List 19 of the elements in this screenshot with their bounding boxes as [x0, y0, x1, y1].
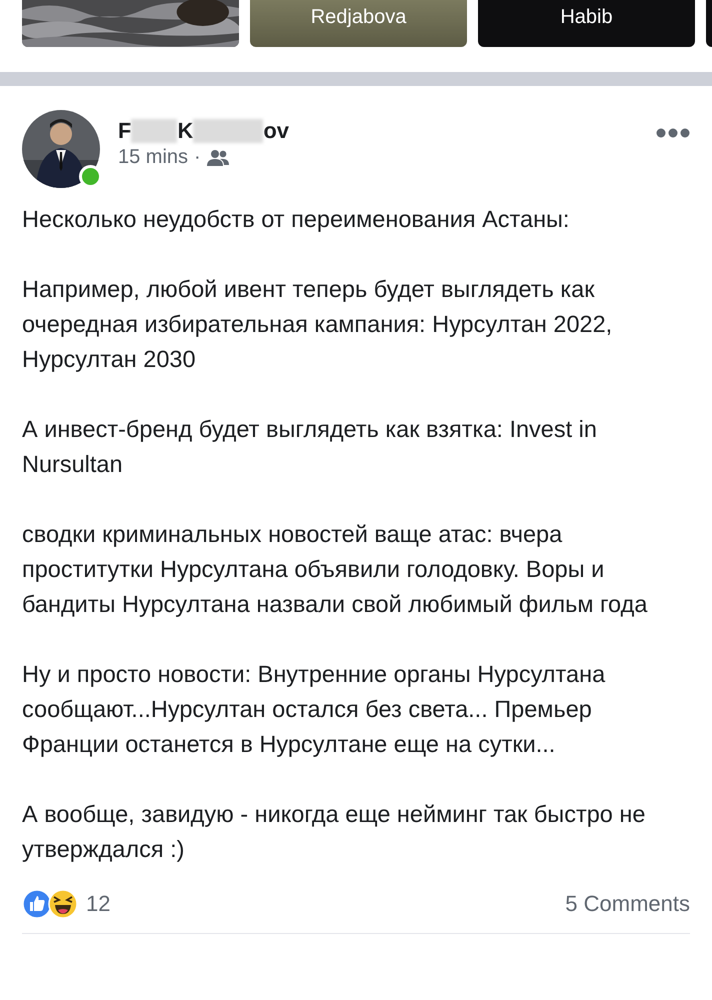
post-paragraph: Несколько неудобств от переименования Астаны:	[22, 205, 570, 234]
reaction-count[interactable]: 12	[86, 891, 110, 917]
post-paragraph: сводки криминальных новостей ваще атас: вчера проститутки Нурсултана объявили голодовку. Воры и бандиты Нурсултана назвали свой любимый фильм года	[22, 520, 648, 619]
like-icon[interactable]	[22, 889, 52, 919]
story-card[interactable]: Habib	[478, 0, 695, 47]
story-name: Redjabova	[310, 6, 406, 29]
more-options-icon[interactable]	[656, 128, 690, 138]
friends-icon	[206, 148, 229, 166]
post-paragraph: Например, любой ивент теперь будет выглядеть как очередная избирательная кампания: Нурсултан 2022, Нурсултан 2030	[22, 275, 614, 374]
author-name[interactable]: F K ov	[118, 118, 290, 144]
post-paragraph: А инвест-бренд будет выглядеть как взятка: Invest in Nursultan	[22, 415, 598, 479]
comments-count[interactable]: 5 Comments	[565, 891, 690, 917]
post-paragraph: Ну и просто новости: Внутренние органы Нурсултана сообщают...Нурсултан остался без света... Премьер Франции останется в Нурсултане еще на сутки...	[22, 660, 606, 759]
post-time[interactable]: 15 mins	[118, 146, 188, 169]
story-name: Habib	[560, 6, 613, 29]
story-card[interactable]: Redjabova	[250, 0, 467, 47]
separator-dot: ·	[194, 146, 201, 169]
laughing-emoji-icon[interactable]	[48, 889, 78, 919]
post-paragraph: А вообще, завидую - никогда еще нейминг так быстро не утверждался :)	[22, 800, 646, 864]
